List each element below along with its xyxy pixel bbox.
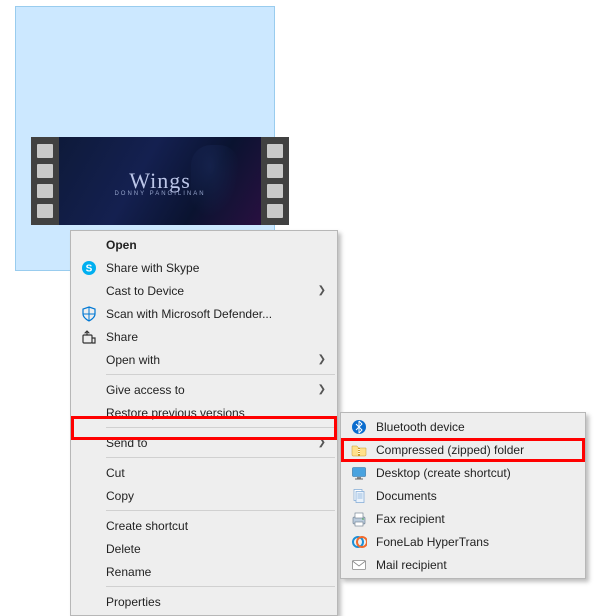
- submenu-desktop[interactable]: Desktop (create shortcut): [342, 461, 584, 484]
- menu-delete-label: Delete: [106, 542, 141, 556]
- menu-share-skype-label: Share with Skype: [106, 261, 199, 275]
- bluetooth-icon: [350, 418, 368, 436]
- submenu-mail-label: Mail recipient: [376, 558, 447, 572]
- menu-give-access[interactable]: Give access to ❯: [72, 378, 336, 401]
- menu-defender[interactable]: Scan with Microsoft Defender...: [72, 302, 336, 325]
- menu-rename[interactable]: Rename: [72, 560, 336, 583]
- menu-give-access-label: Give access to: [106, 383, 185, 397]
- menu-separator: [106, 427, 335, 428]
- video-subtitle: DONNY PANGILINAN: [114, 191, 205, 197]
- svg-text:S: S: [86, 263, 93, 274]
- menu-create-shortcut[interactable]: Create shortcut: [72, 514, 336, 537]
- video-preview: Wings DONNY PANGILINAN: [59, 137, 261, 225]
- menu-delete[interactable]: Delete: [72, 537, 336, 560]
- mail-icon: [350, 556, 368, 574]
- desktop-icon: [350, 464, 368, 482]
- menu-restore-versions[interactable]: Restore previous versions: [72, 401, 336, 424]
- menu-share[interactable]: Share: [72, 325, 336, 348]
- share-icon: [80, 328, 98, 346]
- fonelab-icon: [350, 533, 368, 551]
- submenu-fax-label: Fax recipient: [376, 512, 445, 526]
- shield-icon: [80, 305, 98, 323]
- documents-icon: [350, 487, 368, 505]
- menu-open-with[interactable]: Open with ❯: [72, 348, 336, 371]
- menu-open[interactable]: Open: [72, 233, 336, 256]
- zip-folder-icon: [350, 441, 368, 459]
- menu-separator: [106, 510, 335, 511]
- menu-defender-label: Scan with Microsoft Defender...: [106, 307, 272, 321]
- submenu-bluetooth[interactable]: Bluetooth device: [342, 415, 584, 438]
- submenu-fonelab-label: FoneLab HyperTrans: [376, 535, 489, 549]
- menu-copy[interactable]: Copy: [72, 484, 336, 507]
- submenu-documents-label: Documents: [376, 489, 437, 503]
- film-strip-left: [31, 137, 59, 225]
- video-thumbnail[interactable]: Wings DONNY PANGILINAN: [31, 137, 289, 225]
- menu-separator: [106, 457, 335, 458]
- submenu-zip[interactable]: Compressed (zipped) folder: [342, 438, 584, 461]
- menu-restore-versions-label: Restore previous versions: [106, 406, 245, 420]
- menu-copy-label: Copy: [106, 489, 134, 503]
- context-menu: Open S Share with Skype Cast to Device ❯…: [70, 230, 338, 616]
- chevron-right-icon: ❯: [318, 285, 326, 296]
- menu-separator: [106, 374, 335, 375]
- film-strip-right: [261, 137, 289, 225]
- submenu-documents[interactable]: Documents: [342, 484, 584, 507]
- submenu-fonelab[interactable]: FoneLab HyperTrans: [342, 530, 584, 553]
- submenu-zip-label: Compressed (zipped) folder: [376, 443, 524, 457]
- chevron-right-icon: ❯: [318, 354, 326, 365]
- chevron-right-icon: ❯: [318, 437, 326, 448]
- send-to-submenu: Bluetooth device Compressed (zipped) fol…: [340, 412, 586, 579]
- menu-open-label: Open: [106, 238, 137, 252]
- menu-separator: [106, 586, 335, 587]
- menu-share-skype[interactable]: S Share with Skype: [72, 256, 336, 279]
- submenu-desktop-label: Desktop (create shortcut): [376, 466, 511, 480]
- chevron-right-icon: ❯: [318, 384, 326, 395]
- menu-cut[interactable]: Cut: [72, 461, 336, 484]
- menu-create-shortcut-label: Create shortcut: [106, 519, 188, 533]
- menu-cast[interactable]: Cast to Device ❯: [72, 279, 336, 302]
- fax-icon: [350, 510, 368, 528]
- menu-cast-label: Cast to Device: [106, 284, 184, 298]
- menu-rename-label: Rename: [106, 565, 151, 579]
- menu-cut-label: Cut: [106, 466, 125, 480]
- menu-open-with-label: Open with: [106, 353, 160, 367]
- submenu-mail[interactable]: Mail recipient: [342, 553, 584, 576]
- submenu-fax[interactable]: Fax recipient: [342, 507, 584, 530]
- menu-share-label: Share: [106, 330, 138, 344]
- menu-send-to-label: Send to: [106, 436, 147, 450]
- skype-icon: S: [80, 259, 98, 277]
- menu-send-to[interactable]: Send to ❯: [72, 431, 336, 454]
- submenu-bluetooth-label: Bluetooth device: [376, 420, 465, 434]
